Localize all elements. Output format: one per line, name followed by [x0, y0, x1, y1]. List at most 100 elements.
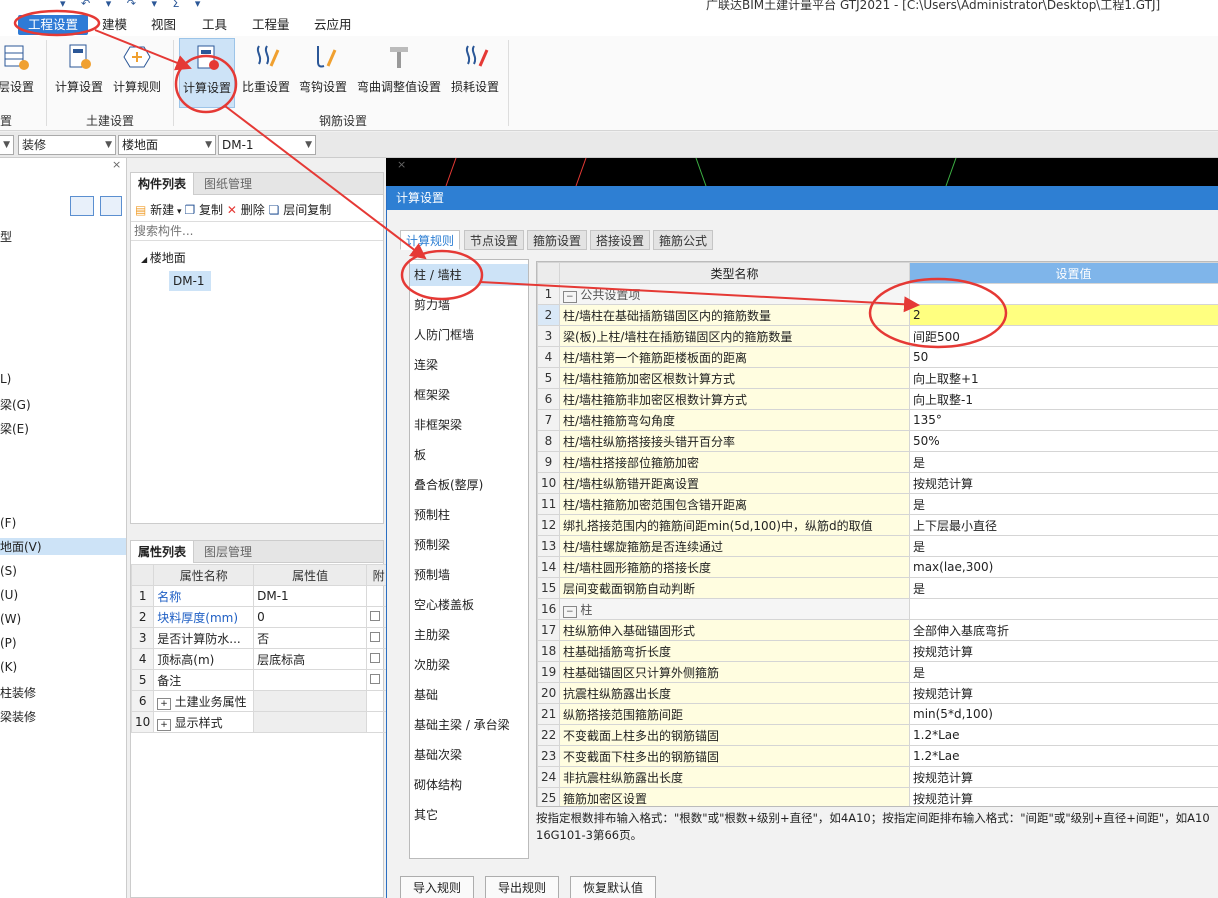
chevron-down-icon[interactable]: ▾ [174, 207, 184, 217]
rule-row[interactable]: 13 柱/墙柱螺旋箍筋是否连续通过 是 [537, 535, 1218, 557]
tree-item[interactable]: (K) [0, 660, 17, 674]
checkbox-icon[interactable] [370, 611, 381, 621]
rule-value[interactable]: 是 [909, 535, 1218, 557]
category-item[interactable]: 柱 / 墙柱 [410, 264, 528, 286]
category-item[interactable]: 其它 [410, 804, 528, 826]
tree-item[interactable]: (P) [0, 636, 17, 650]
rule-value[interactable]: 按规范计算 [909, 787, 1218, 806]
menu-tools[interactable]: 工具 [202, 15, 227, 35]
rule-row[interactable]: 21 纵筋搭接范围箍筋间距 min(5*d,100) [537, 703, 1218, 725]
rule-value[interactable]: 全部伸入基底弯折 [909, 619, 1218, 641]
rule-row[interactable]: 18 柱基础插筋弯折长度 按规范计算 [537, 640, 1218, 662]
component-search-input[interactable] [131, 221, 383, 241]
expand-icon[interactable]: + [157, 718, 171, 731]
category-item[interactable]: 空心楼盖板 [410, 594, 528, 616]
category-item[interactable]: 预制墙 [410, 564, 528, 586]
category-item[interactable]: 人防门框墙 [410, 324, 528, 346]
rule-value[interactable]: 135° [909, 409, 1218, 431]
new-button[interactable]: 新建 [150, 203, 174, 217]
category-item[interactable]: 基础 [410, 684, 528, 706]
quick-access-toolbar[interactable]: ▾ ↶ ▾ ↷ ▾ Σ ▾ [60, 0, 206, 10]
rule-value[interactable]: 是 [909, 493, 1218, 515]
density-settings-button[interactable]: 比重设置 [240, 38, 292, 108]
category-item[interactable]: 砌体结构 [410, 774, 528, 796]
tree-item[interactable]: (S) [0, 564, 17, 578]
attribute-value[interactable] [253, 669, 368, 691]
collapse-icon[interactable]: − [563, 605, 577, 618]
attribute-row[interactable]: 10 + 显示样式 [130, 711, 391, 733]
attribute-row[interactable]: 3 是否计算防水... 否 [130, 627, 391, 649]
list-view-icon[interactable] [70, 196, 94, 216]
category-item[interactable]: 主肋梁 [410, 624, 528, 646]
rule-value[interactable] [909, 283, 1218, 305]
rule-value[interactable]: 1.2*Lae [909, 724, 1218, 746]
tree-item[interactable]: 梁(G) [0, 396, 31, 413]
category-item[interactable]: 基础次梁 [410, 744, 528, 766]
close-icon[interactable]: × [397, 158, 406, 171]
menu-view[interactable]: 视图 [151, 15, 176, 35]
rule-row[interactable]: 24 非抗震柱纵筋露出长度 按规范计算 [537, 766, 1218, 788]
grid-view-icon[interactable] [100, 196, 122, 216]
category-item[interactable]: 基础主梁 / 承台梁 [410, 714, 528, 736]
rule-row[interactable]: 15 层间变截面钢筋自动判断 是 [537, 577, 1218, 599]
tree-item[interactable]: (F) [0, 516, 16, 530]
attribute-row[interactable]: 6 + 土建业务属性 [130, 690, 391, 712]
collapse-icon[interactable]: − [563, 290, 577, 303]
restore-defaults-button[interactable]: 恢复默认值 [570, 876, 657, 898]
tree-item[interactable]: 梁装修 [0, 708, 36, 725]
tab-stirrup-formula[interactable]: 箍筋公式 [653, 230, 714, 250]
rule-row[interactable]: 14 柱/墙柱圆形箍筋的搭接长度 max(lae,300) [537, 556, 1218, 578]
rule-row[interactable]: 20 抗震柱纵筋露出长度 按规范计算 [537, 682, 1218, 704]
category-item[interactable]: 次肋梁 [410, 654, 528, 676]
category-item[interactable]: 板 [410, 444, 528, 466]
attribute-value[interactable] [253, 690, 368, 712]
tree-item-floor-finish[interactable]: 地面(V) [0, 538, 126, 555]
rule-value[interactable]: 按规范计算 [909, 766, 1218, 788]
menu-cloud[interactable]: 云应用 [314, 15, 352, 35]
civil-calc-rules-button[interactable]: 计算规则 [110, 38, 164, 108]
rule-value[interactable]: min(5*d,100) [909, 703, 1218, 725]
tab-component-list[interactable]: 构件列表 [131, 173, 195, 195]
tree-item[interactable]: (U) [0, 588, 18, 602]
attribute-value[interactable]: 否 [253, 627, 368, 649]
category-item[interactable]: 连梁 [410, 354, 528, 376]
rule-row[interactable]: 7 柱/墙柱箍筋弯勾角度 135° [537, 409, 1218, 431]
menu-project-settings[interactable]: 工程设置 [18, 15, 89, 35]
tree-item[interactable]: 梁(E) [0, 420, 29, 437]
attribute-value[interactable] [253, 711, 368, 733]
subtype-select[interactable]: 楼地面 ▼ [118, 135, 216, 155]
category-item[interactable]: 非框架梁 [410, 414, 528, 436]
layer-copy-button[interactable]: 层间复制 [283, 203, 331, 217]
rule-value[interactable]: 2 [909, 304, 1218, 326]
close-icon[interactable]: × [112, 158, 121, 171]
tab-lap-settings[interactable]: 搭接设置 [590, 230, 651, 250]
floor-settings-button[interactable]: 层设置 [0, 38, 36, 108]
rule-row[interactable]: 1− 公共设置项 [537, 283, 1218, 305]
hook-settings-button[interactable]: 弯钩设置 [297, 38, 349, 108]
rule-value[interactable]: 是 [909, 577, 1218, 599]
rule-row[interactable]: 16− 柱 [537, 598, 1218, 620]
loss-settings-button[interactable]: 损耗设置 [449, 38, 501, 108]
checkbox-icon[interactable] [370, 653, 381, 663]
tab-attribute-list[interactable]: 属性列表 [131, 541, 195, 563]
attribute-row[interactable]: 4 顶标高(m) 层底标高 [130, 648, 391, 670]
rule-value[interactable]: 1.2*Lae [909, 745, 1218, 767]
civil-calc-settings-button[interactable]: 计算设置 [52, 38, 106, 108]
tree-item[interactable]: 型 [0, 228, 12, 245]
rule-row[interactable]: 19 柱基础锚固区只计算外侧箍筋 是 [537, 661, 1218, 683]
checkbox-icon[interactable] [370, 674, 381, 684]
rule-row[interactable]: 9 柱/墙柱搭接部位箍筋加密 是 [537, 451, 1218, 473]
tab-drawing-management[interactable]: 图纸管理 [197, 173, 259, 195]
attribute-value[interactable]: 0 [253, 606, 368, 628]
rule-row[interactable]: 11 柱/墙柱箍筋加密范围包含错开距离 是 [537, 493, 1218, 515]
rule-row[interactable]: 8 柱/墙柱纵筋搭接接头错开百分率 50% [537, 430, 1218, 452]
rule-value[interactable]: 向上取整-1 [909, 388, 1218, 410]
rule-value[interactable]: max(lae,300) [909, 556, 1218, 578]
rebar-calc-settings-button[interactable]: 计算设置 [179, 38, 235, 108]
category-item[interactable]: 预制梁 [410, 534, 528, 556]
export-rules-button[interactable]: 导出规则 [485, 876, 560, 898]
tree-node-dm1[interactable]: DM-1 [169, 271, 211, 291]
attribute-value[interactable]: 层底标高 [253, 648, 368, 670]
rule-row[interactable]: 4 柱/墙柱第一个箍筋距楼板面的距离 50 [537, 346, 1218, 368]
rule-value[interactable]: 按规范计算 [909, 640, 1218, 662]
